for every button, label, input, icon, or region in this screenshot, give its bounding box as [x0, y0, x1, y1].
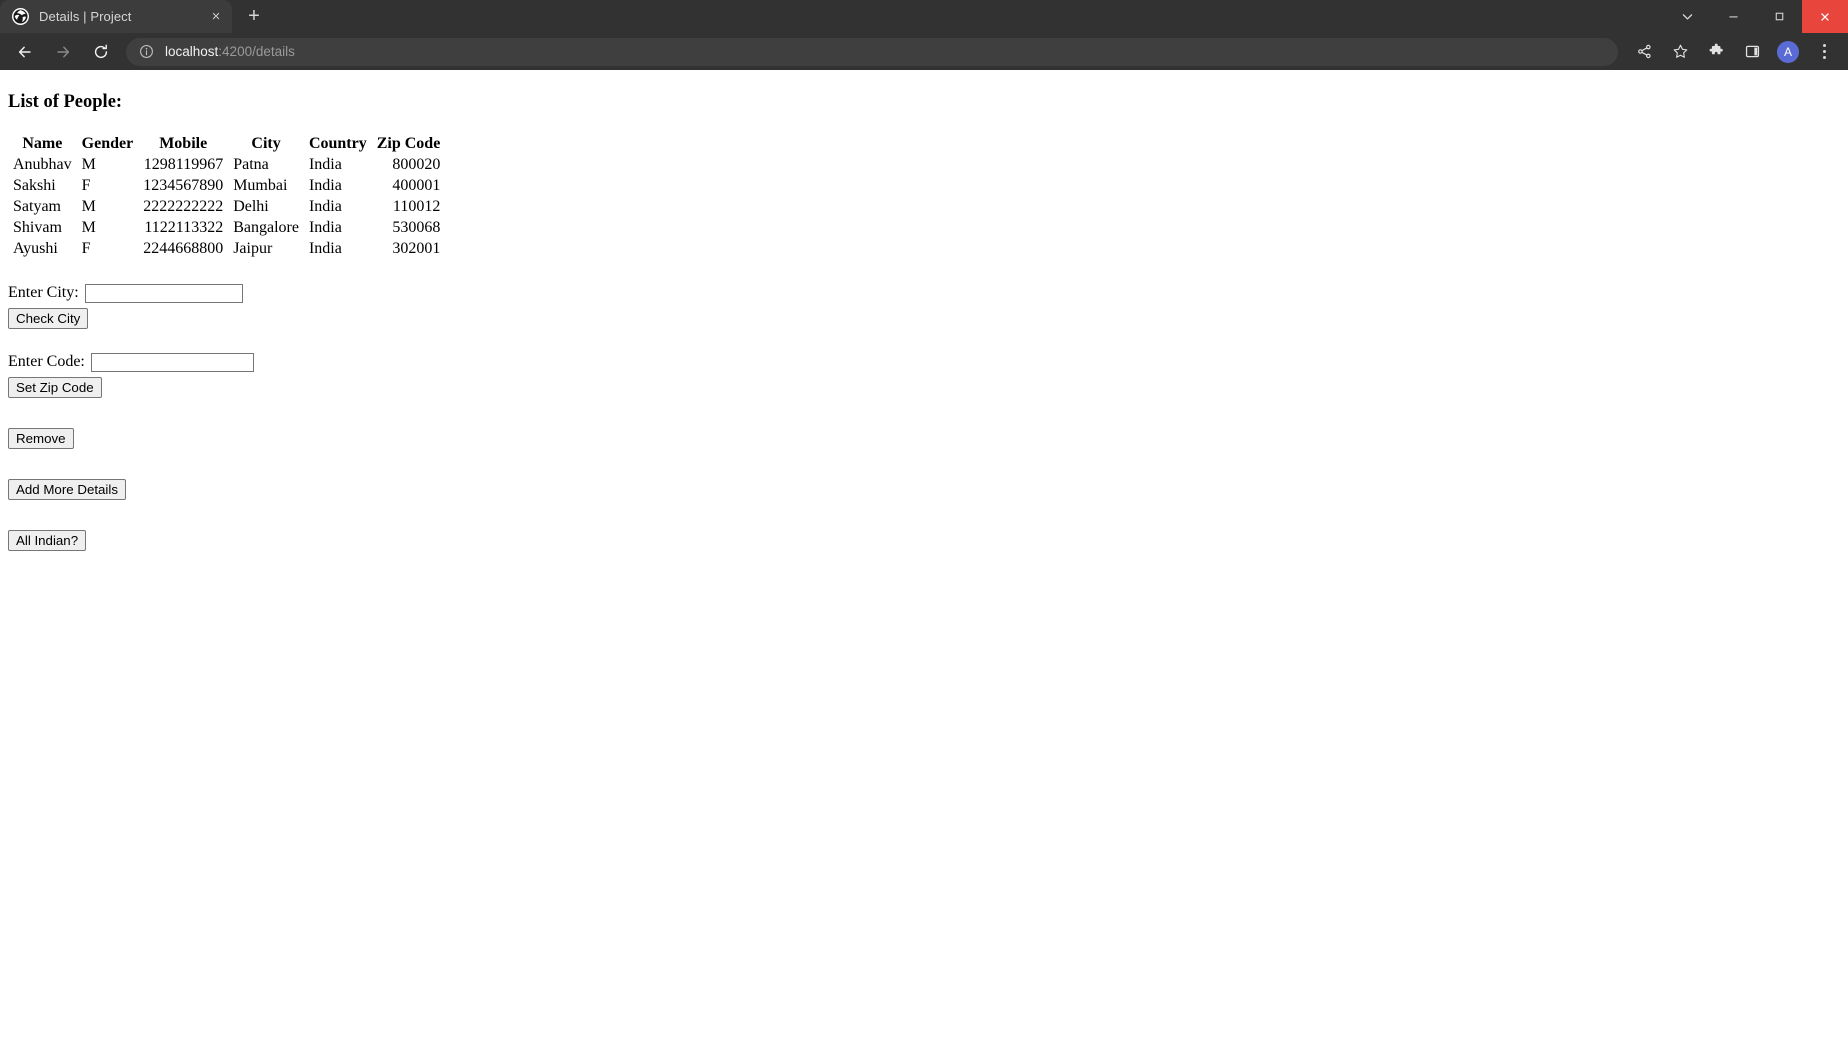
cell-mobile: 2244668800	[143, 239, 224, 257]
address-bar[interactable]: localhost:4200/details	[126, 37, 1618, 66]
cell-city: Delhi	[233, 197, 269, 215]
profile-avatar[interactable]: A	[1773, 37, 1803, 67]
minimize-button[interactable]	[1710, 0, 1756, 33]
cell-name: Ayushi	[13, 239, 58, 257]
cell-city: Mumbai	[233, 177, 288, 195]
remove-button[interactable]: Remove	[8, 427, 74, 449]
cell-city: Jaipur	[233, 239, 273, 257]
cell-gender: F	[81, 177, 91, 195]
avatar: A	[1777, 40, 1799, 63]
new-tab-button[interactable]: +	[240, 2, 268, 30]
set-zip-code-button[interactable]: Set Zip Code	[8, 376, 102, 398]
cell-zip: 800020	[392, 156, 441, 174]
cell-city: Bangalore	[233, 218, 299, 236]
table-row: Satyam M 2222222222 Delhi India 110012	[8, 197, 445, 218]
close-tab-icon[interactable]: ×	[206, 7, 226, 27]
angular-globe-favicon	[12, 8, 29, 25]
share-icon[interactable]	[1629, 37, 1659, 67]
cell-name: Satyam	[13, 197, 61, 215]
city-field-row: Enter City:	[8, 283, 1840, 303]
remove-row: Remove	[8, 427, 1840, 449]
set-zip-row: Set Zip Code	[8, 376, 1840, 398]
cell-zip: 110012	[392, 197, 441, 215]
col-header-city: City	[251, 135, 281, 153]
add-more-row: Add More Details	[8, 478, 1840, 500]
site-info-icon[interactable]	[138, 43, 155, 60]
code-input[interactable]	[90, 352, 254, 372]
url-host: localhost	[165, 44, 219, 59]
table-row: Anubhav M 1298119967 Patna India 800020	[8, 155, 445, 176]
window-controls	[1664, 0, 1848, 33]
cell-mobile: 1298119967	[143, 156, 224, 174]
table-row: Shivam M 1122113322 Bangalore India 5300…	[8, 218, 445, 239]
col-header-mobile: Mobile	[159, 135, 208, 153]
cell-name: Sakshi	[13, 177, 56, 195]
col-header-gender: Gender	[81, 135, 134, 153]
people-table: Name Gender Mobile City Country Zip Code…	[8, 134, 445, 259]
cell-gender: F	[81, 239, 91, 257]
all-indian-row: All Indian?	[8, 529, 1840, 551]
city-input[interactable]	[84, 283, 243, 303]
cell-zip: 400001	[392, 177, 441, 195]
bookmark-star-icon[interactable]	[1665, 37, 1695, 67]
browser-toolbar: localhost:4200/details A	[0, 33, 1848, 70]
close-window-button[interactable]	[1802, 0, 1848, 33]
toolbar-actions: A	[1626, 37, 1842, 67]
tab-search-icon[interactable]	[1664, 0, 1710, 33]
browser-window: Details | Project × + localhost:4200/det…	[0, 0, 1848, 70]
table-header-row: Name Gender Mobile City Country Zip Code	[8, 134, 445, 155]
browser-menu-icon[interactable]	[1809, 37, 1839, 67]
cell-mobile: 1122113322	[144, 218, 224, 236]
add-more-details-button[interactable]: Add More Details	[8, 478, 126, 500]
side-panel-icon[interactable]	[1737, 37, 1767, 67]
url-path: :4200/details	[218, 44, 295, 59]
col-header-zip: Zip Code	[376, 135, 441, 153]
cell-zip: 530068	[392, 218, 441, 236]
maximize-button[interactable]	[1756, 0, 1802, 33]
table-head: Name Gender Mobile City Country Zip Code	[8, 134, 445, 155]
page-viewport: List of People: Name Gender Mobile City …	[0, 70, 1848, 1052]
kebab-dots	[1822, 44, 1826, 59]
all-indian-button[interactable]: All Indian?	[8, 529, 87, 551]
cell-zip: 302001	[392, 239, 441, 257]
city-label: Enter City:	[8, 284, 79, 302]
check-city-button[interactable]: Check City	[8, 307, 89, 329]
cell-country: India	[308, 218, 342, 236]
cell-country: India	[308, 156, 342, 174]
cell-name: Anubhav	[13, 156, 72, 174]
extensions-icon[interactable]	[1701, 37, 1731, 67]
cell-mobile: 2222222222	[143, 197, 224, 215]
app-root: List of People: Name Gender Mobile City …	[0, 92, 1848, 551]
forward-button[interactable]	[48, 37, 78, 67]
table-body: Anubhav M 1298119967 Patna India 800020 …	[8, 155, 445, 259]
tab-strip: Details | Project × +	[0, 0, 1848, 33]
cell-mobile: 1234567890	[143, 177, 224, 195]
cell-country: India	[308, 177, 342, 195]
url-text: localhost:4200/details	[165, 44, 295, 59]
page-title: List of People:	[8, 92, 123, 112]
cell-gender: M	[81, 218, 96, 236]
cell-country: India	[308, 197, 342, 215]
browser-tab-details[interactable]: Details | Project ×	[0, 0, 232, 33]
table-row: Sakshi F 1234567890 Mumbai India 400001	[8, 176, 445, 197]
code-field-row: Enter Code:	[8, 352, 1840, 372]
cell-name: Shivam	[13, 218, 62, 236]
cell-gender: M	[81, 197, 96, 215]
table-row: Ayushi F 2244668800 Jaipur India 302001	[8, 239, 445, 260]
cell-country: India	[308, 239, 342, 257]
col-header-name: Name	[22, 135, 63, 153]
check-city-row: Check City	[8, 307, 1840, 329]
tab-title: Details | Project	[39, 9, 132, 24]
back-button[interactable]	[10, 37, 40, 67]
cell-city: Patna	[233, 156, 269, 174]
code-label: Enter Code:	[8, 353, 85, 371]
reload-button[interactable]	[86, 37, 116, 67]
cell-gender: M	[81, 156, 96, 174]
col-header-country: Country	[308, 135, 367, 153]
